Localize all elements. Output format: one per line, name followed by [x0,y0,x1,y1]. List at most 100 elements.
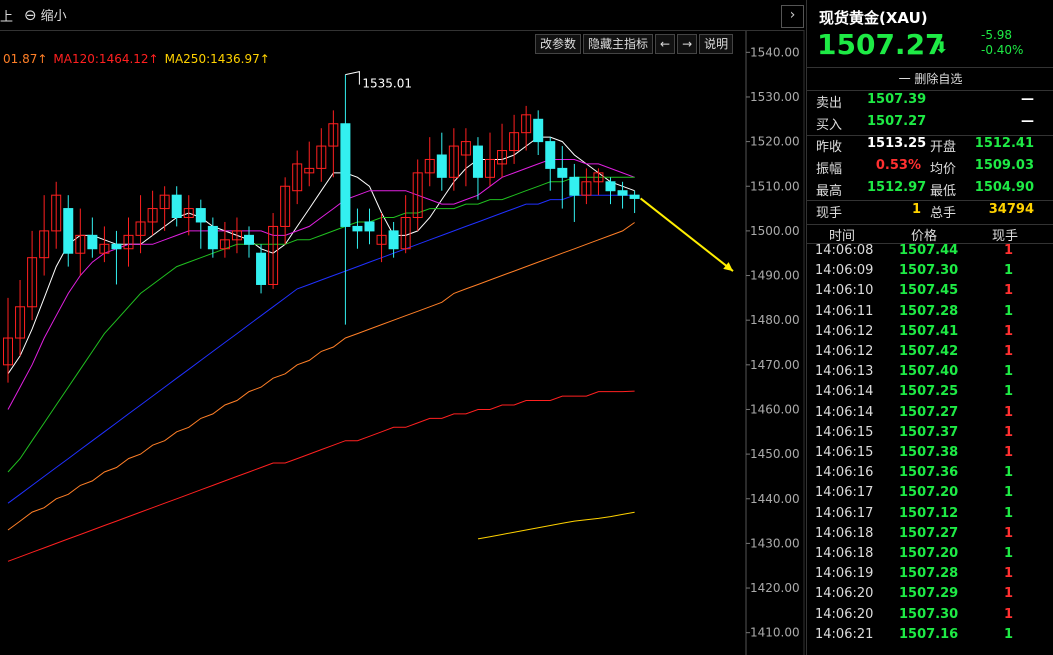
tick-time: 14:06:16 [815,465,874,481]
remove-favorite-button[interactable]: 一 删除自选 [807,67,1053,91]
tick-row: 14:06:21 1507.16 1 [807,627,1053,647]
buy-label: 买入 [816,118,843,133]
tick-qty: 1 [1004,606,1014,622]
candle-body [256,252,267,285]
tick-row: 14:06:15 1507.38 1 [807,445,1053,465]
tick-row: 14:06:17 1507.20 1 [807,485,1053,505]
tick-time: 14:06:15 [815,424,874,440]
down-arrow-icon: ⬇ [935,38,949,57]
tick-row: 14:06:14 1507.25 1 [807,384,1053,404]
y-tick-label: 1450.00 [750,447,800,461]
tick-price: 1507.25 [899,384,959,400]
tick-time: 14:06:20 [815,606,874,622]
tick-qty: 1 [1004,364,1014,380]
candle-body [605,181,616,192]
y-tick-label: 1530.00 [750,90,800,104]
tick-row: 14:06:08 1507.44 1 [807,243,1053,263]
buy-qty: — [1021,114,1034,129]
tick-qty: 1 [1004,525,1014,541]
candle-body [111,243,122,250]
tick-price: 1507.30 [899,263,959,279]
candlestick-chart[interactable]: 1540.00 1530.00 1520.00 1510.00 1500.00 1490.… [0,0,806,655]
tick-time: 14:06:12 [815,323,874,339]
stat-label: 均价 [930,162,957,177]
sell-row: 卖出 1507.39 — [807,92,1053,113]
tick-qty: 1 [1004,586,1014,602]
zoom-out-icon: ⊖ [24,6,37,24]
y-tick-label: 1430.00 [750,536,800,550]
tick-qty: 1 [1004,404,1014,420]
stat-value: 1512.97 [867,180,927,195]
tick-price: 1507.42 [899,344,959,359]
sell-qty: — [1021,92,1034,107]
high-marker-line [345,71,360,85]
tick-qty: 1 [1004,303,1014,319]
tick-row: 14:06:10 1507.45 1 [807,283,1053,303]
tick-time: 14:06:19 [815,566,874,582]
tick-time: 14:06:17 [815,505,874,521]
y-tick-label: 1510.00 [750,179,800,193]
tick-row: 14:06:11 1507.28 1 [807,304,1053,324]
last-price: 1507.27 [817,28,945,61]
tick-price: 1507.27 [899,525,959,541]
stat-value: 1 [911,202,921,217]
collapse-panel-button[interactable]: › [781,5,804,28]
edit-params-button[interactable]: 改参数 [535,34,582,54]
zoom-out-button[interactable]: ⊖ 缩小 [24,5,67,24]
stat-value: 1509.03 [974,158,1034,173]
candle-body [207,225,218,250]
buy-price: 1507.27 [867,114,927,129]
tick-row: 14:06:17 1507.12 1 [807,506,1053,526]
tick-row: 14:06:20 1507.30 1 [807,607,1053,627]
candle-body [436,154,447,178]
stat-label: 开盘 [930,140,957,155]
ticks-header-time: 时间 [829,229,856,244]
tick-qty: 1 [1004,384,1014,400]
tick-price: 1507.29 [899,586,959,602]
sell-label: 卖出 [816,96,843,111]
ticks-header-qty: 现手 [992,229,1019,244]
tick-qty: 1 [1004,546,1014,561]
hide-main-indicator-button[interactable]: 隐藏主指标 [583,34,654,54]
candle-body [472,145,483,178]
stat-value: 1504.90 [974,180,1034,195]
ma-line-ma120 [7,390,635,562]
ma60-legend: 01.87↑ [3,52,48,66]
stat-label: 总手 [930,206,957,221]
y-tick-label: 1480.00 [750,313,800,327]
tick-time: 14:06:15 [815,445,874,460]
y-tick-label: 1470.00 [750,358,800,372]
tick-qty: 1 [1004,424,1014,440]
tick-qty: 1 [1004,263,1014,279]
y-tick-label: 1460.00 [750,402,800,416]
divider [807,200,1053,201]
tick-qty: 1 [1004,323,1014,339]
candle-body [195,208,206,223]
scroll-left-button[interactable]: ← [655,34,676,54]
tick-time: 14:06:08 [815,243,874,258]
high-annotation: 1535.01 [362,77,412,91]
tick-price: 1507.28 [899,303,959,319]
candle-body [533,118,544,143]
ma-line-ma20 [7,176,635,473]
tick-qty: 1 [1004,566,1014,582]
candle-body [388,230,399,250]
tick-price: 1507.45 [899,283,959,299]
chart-topbar: 上 ⊖ 缩小 › [0,0,804,31]
tick-price: 1507.36 [899,465,959,481]
tick-row: 14:06:09 1507.30 1 [807,263,1053,283]
ma-legend: 01.87↑ MA120:1464.12↑ MA250:1436.97↑ [3,52,276,66]
tick-row: 14:06:12 1507.41 1 [807,324,1053,344]
help-button[interactable]: 说明 [699,34,734,54]
tick-qty: 1 [1004,485,1014,501]
scroll-right-button[interactable]: → [677,34,698,54]
sell-price: 1507.39 [867,92,927,107]
tick-price: 1507.30 [899,606,959,622]
ma-line-ma40 [7,194,635,504]
tick-qty: 1 [1004,283,1014,299]
tick-time: 14:06:18 [815,546,874,561]
tick-row: 14:06:14 1507.27 1 [807,405,1053,425]
tick-time: 14:06:18 [815,525,874,541]
stats-row: 现手 1 总手 34794 [807,202,1053,223]
y-tick-label: 1410.00 [750,626,800,640]
